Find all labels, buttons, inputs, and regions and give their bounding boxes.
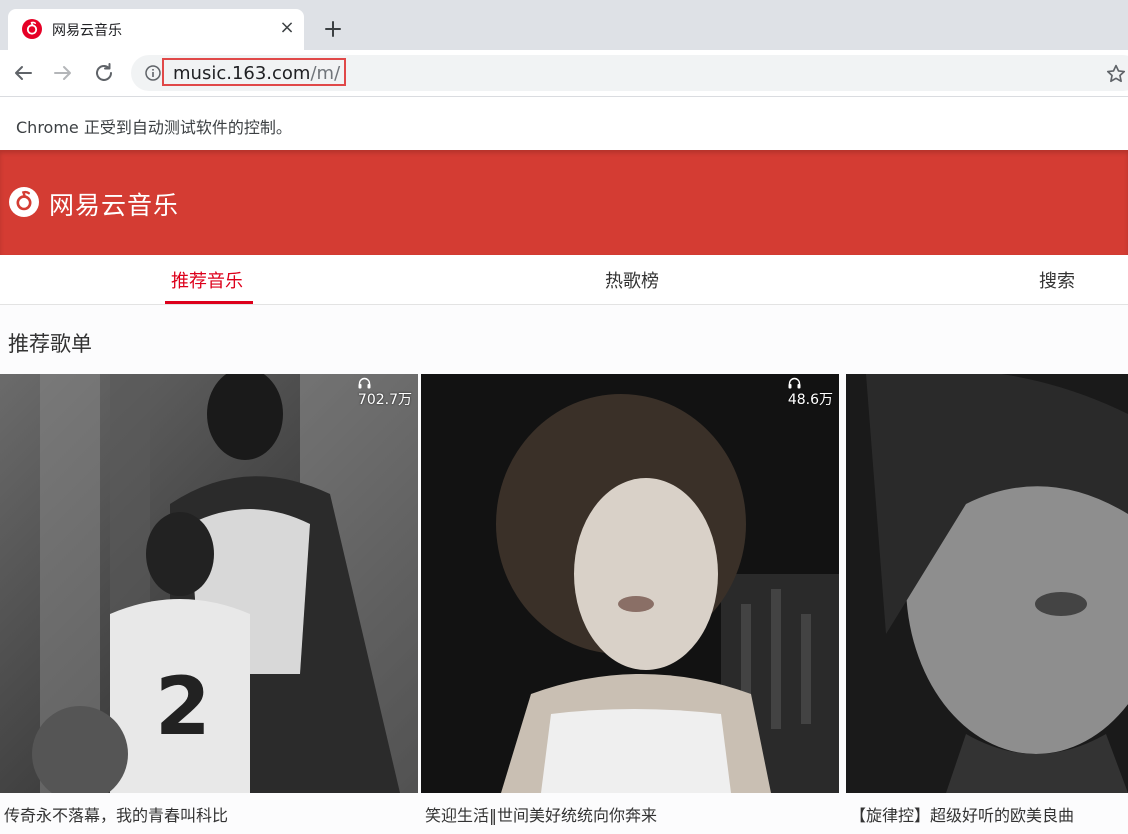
playlist-title[interactable]: 笑迎生活‖世间美好统统向你奔来: [425, 802, 657, 826]
logo-text[interactable]: 网易云音乐: [49, 186, 179, 222]
site-info-icon[interactable]: [145, 65, 161, 81]
playlist-title[interactable]: 【旋律控】超级好听的欧美良曲: [850, 802, 1074, 826]
headphones-icon: [788, 377, 801, 389]
browser-tab[interactable]: 网易云音乐 ×: [8, 9, 304, 50]
bookmark-star-icon[interactable]: [1105, 63, 1127, 85]
playlist-title[interactable]: 传奇永不落幕，我的青春叫科比: [4, 802, 228, 826]
url-path: /m/: [310, 63, 341, 84]
headphones-icon: [358, 377, 371, 389]
forward-arrow-icon[interactable]: [51, 61, 75, 85]
back-arrow-icon[interactable]: [11, 61, 35, 85]
url-text[interactable]: music.163.com/m/: [173, 63, 340, 84]
play-count-value: 702.7万: [357, 392, 412, 408]
playlist-cover[interactable]: [846, 374, 1128, 793]
playlist-cover[interactable]: 2 702.7万: [0, 374, 418, 793]
playlist-card[interactable]: 48.6万 笑迎生活‖世间美好统统向你奔来: [421, 374, 839, 834]
tab-search[interactable]: 搜索: [1039, 267, 1075, 293]
svg-text:2: 2: [155, 660, 211, 753]
reload-icon[interactable]: [92, 61, 116, 85]
new-tab-icon[interactable]: [320, 16, 346, 42]
netease-music-favicon-icon: [22, 19, 42, 39]
netease-music-logo-icon[interactable]: [9, 187, 39, 217]
play-count: 48.6万: [788, 377, 833, 409]
tab-recommended-music[interactable]: 推荐音乐: [171, 267, 243, 293]
tab-hot-songs[interactable]: 热歌榜: [605, 267, 659, 293]
section-title: 推荐歌单: [8, 332, 92, 356]
play-count: 702.7万: [358, 377, 412, 409]
playlist-card[interactable]: 2 702.7万 传奇永不落幕，我的青春叫科比: [0, 374, 418, 834]
active-tab-indicator: [165, 301, 253, 304]
browser-tabstrip: 网易云音乐 ×: [0, 0, 1128, 50]
automation-infobar: Chrome 正受到自动测试软件的控制。: [0, 97, 1128, 150]
browser-toolbar: music.163.com/m/: [0, 50, 1128, 97]
playlist-card[interactable]: 【旋律控】超级好听的欧美良曲: [846, 374, 1128, 834]
infobar-text: Chrome 正受到自动测试软件的控制。: [16, 118, 292, 137]
playlist-cover[interactable]: 48.6万: [421, 374, 839, 793]
close-tab-icon[interactable]: ×: [276, 17, 298, 39]
main-tabs: 推荐音乐 热歌榜 搜索: [0, 255, 1128, 305]
url-host: music.163.com: [173, 63, 311, 84]
tab-title: 网易云音乐: [52, 23, 122, 39]
play-count-value: 48.6万: [787, 392, 833, 408]
address-bar[interactable]: music.163.com/m/: [131, 55, 1128, 91]
site-header: 网易云音乐: [0, 150, 1128, 255]
